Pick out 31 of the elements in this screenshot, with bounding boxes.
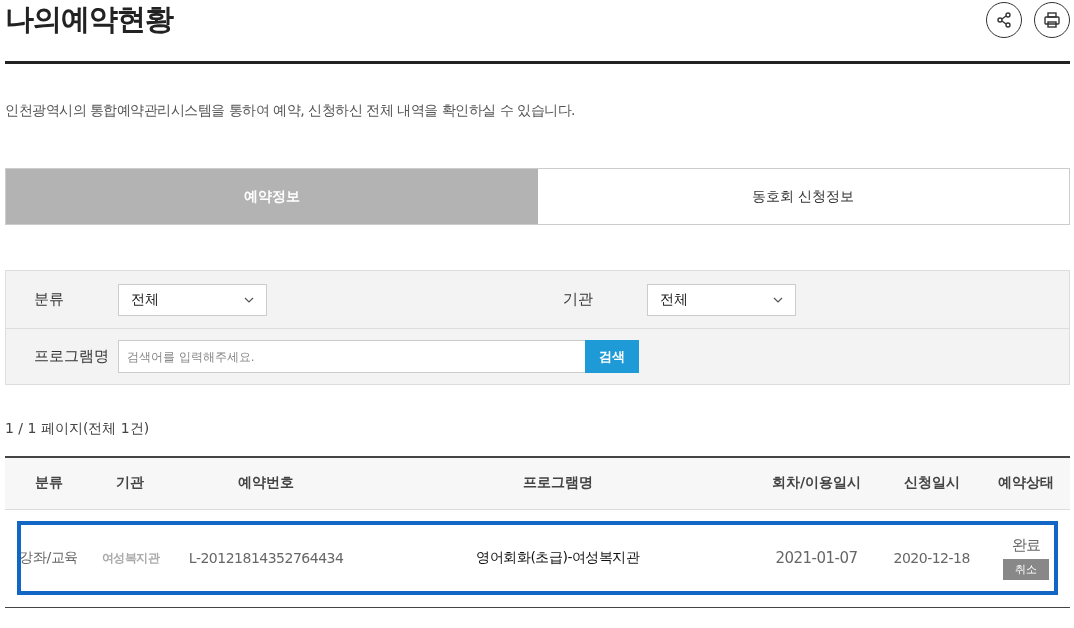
filter-label: 기관 [563, 290, 594, 309]
filter-label: 프로그램명 [34, 347, 110, 366]
column-header: 예약번호 [168, 457, 364, 509]
agency-cell: 여성복지관 [92, 509, 169, 607]
program-search-field[interactable]: 검색어를 입력해주세요. [118, 340, 585, 373]
column-header: 회차/이용일시 [752, 457, 881, 509]
agency-select[interactable]: 전체 [647, 283, 796, 316]
page-count: 1 / 1 페이지(전체 1건) [5, 420, 151, 438]
session-date-cell: 2021-01-07 [752, 509, 881, 607]
chevron-down-icon [244, 296, 254, 303]
share-button[interactable] [986, 1, 1022, 38]
page-title: 나의예약현황 [5, 0, 173, 38]
category-select[interactable]: 전체 [118, 283, 267, 316]
column-header: 분류 [5, 457, 93, 509]
chevron-down-icon [773, 296, 783, 303]
column-header: 프로그램명 [363, 457, 753, 509]
applied-date-cell: 2020-12-18 [880, 509, 983, 607]
category-cell: 강좌/교육 [5, 509, 93, 607]
column-header: 신청일시 [880, 457, 983, 509]
reservation-number-cell: L-20121814352764434 [168, 509, 364, 607]
cancel-button[interactable]: 취소 [1003, 559, 1050, 580]
table-row[interactable]: 강좌/교육 여성복지관 L-20121814352764434 영어회화(초급)-여성복지관 2021-01-07 2020-12-18 완료 취소 [5, 509, 1070, 607]
program-name-cell: 영어회화(초급)-여성복지관 [363, 509, 753, 607]
print-button[interactable] [1034, 1, 1070, 38]
printer-icon [1043, 10, 1061, 29]
column-header: 예약상태 [982, 457, 1070, 509]
share-icon [996, 11, 1012, 28]
status-text: 완료 [1011, 536, 1041, 555]
column-header: 기관 [92, 457, 169, 509]
filter-label: 분류 [34, 290, 65, 309]
page-description: 인천광역시의 통합예약관리시스템을 통하여 예약, 신청하신 전체 내역을 확인하실 수 있습니다. [5, 102, 576, 120]
